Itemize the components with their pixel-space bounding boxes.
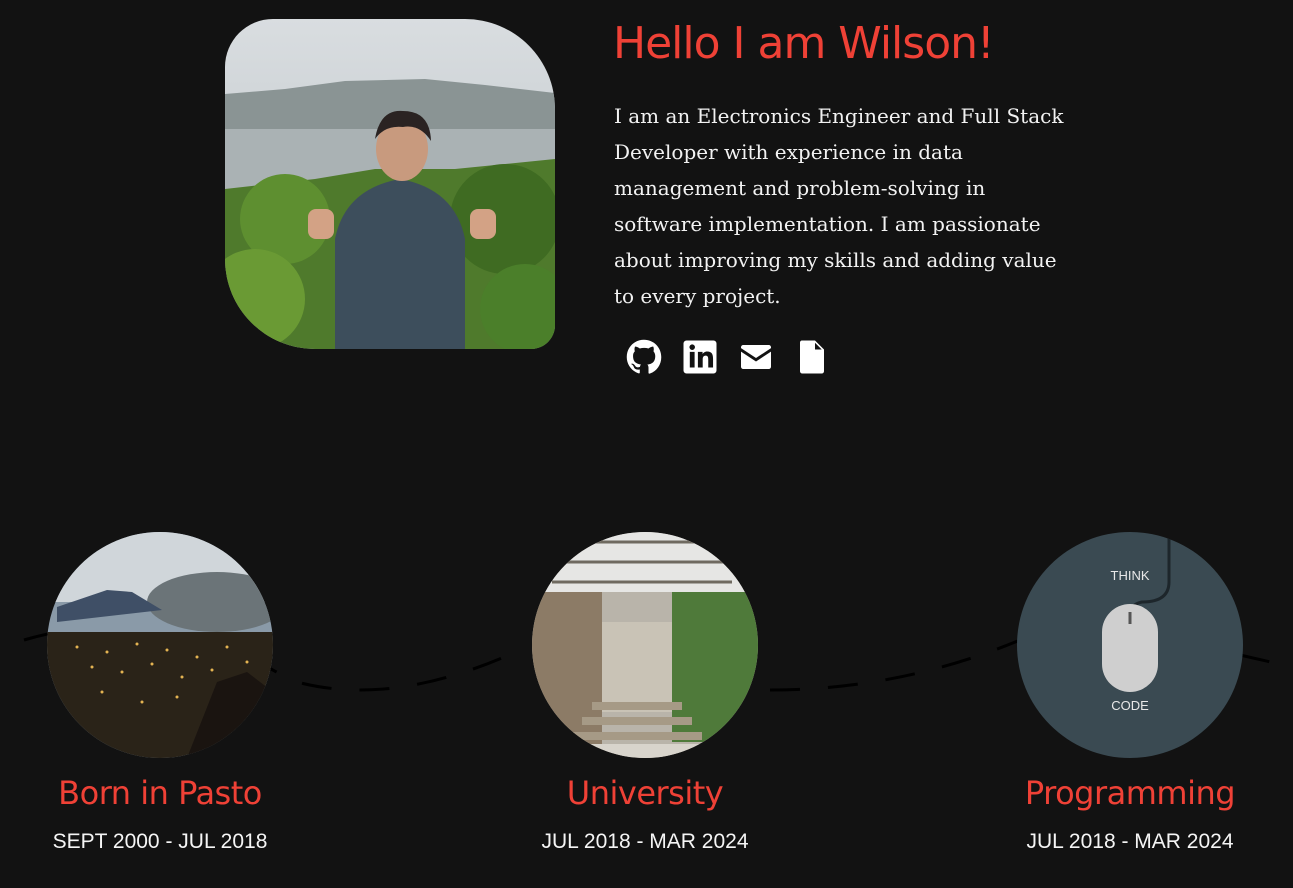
code-label: CODE bbox=[1111, 698, 1149, 713]
event-title: University bbox=[566, 774, 724, 812]
event-title: Programming bbox=[1024, 774, 1236, 812]
think-code-mouse-image: THINK CODE bbox=[1017, 532, 1243, 758]
event-date: JUL 2018 - MAR 2024 bbox=[541, 830, 749, 853]
hero-title: Hello I am Wilson! bbox=[613, 18, 995, 69]
event-title: Born in Pasto bbox=[58, 774, 262, 812]
event-date: JUL 2018 - MAR 2024 bbox=[1026, 830, 1234, 853]
linkedin-icon bbox=[683, 340, 717, 374]
social-links bbox=[626, 339, 850, 377]
resume-link[interactable] bbox=[794, 339, 850, 377]
think-label: THINK bbox=[1111, 568, 1150, 583]
document-icon bbox=[799, 340, 824, 374]
bio-text: I am an Electronics Engineer and Full St… bbox=[614, 104, 1064, 308]
github-link[interactable] bbox=[626, 339, 682, 377]
university-building-image bbox=[532, 532, 758, 758]
city-night-image bbox=[47, 532, 273, 758]
timeline-event-programming: THINK CODE Programming JUL 2018 - MAR 20… bbox=[1017, 532, 1243, 854]
envelope-icon bbox=[741, 345, 771, 369]
profile-photo bbox=[225, 19, 555, 349]
event-date: SEPT 2000 - JUL 2018 bbox=[52, 830, 268, 853]
timeline-event-university: University JUL 2018 - MAR 2024 bbox=[532, 532, 758, 854]
email-link[interactable] bbox=[738, 339, 794, 377]
linkedin-link[interactable] bbox=[682, 339, 738, 377]
github-icon bbox=[626, 339, 662, 374]
timeline-event-born: Born in Pasto SEPT 2000 - JUL 2018 bbox=[47, 532, 273, 854]
